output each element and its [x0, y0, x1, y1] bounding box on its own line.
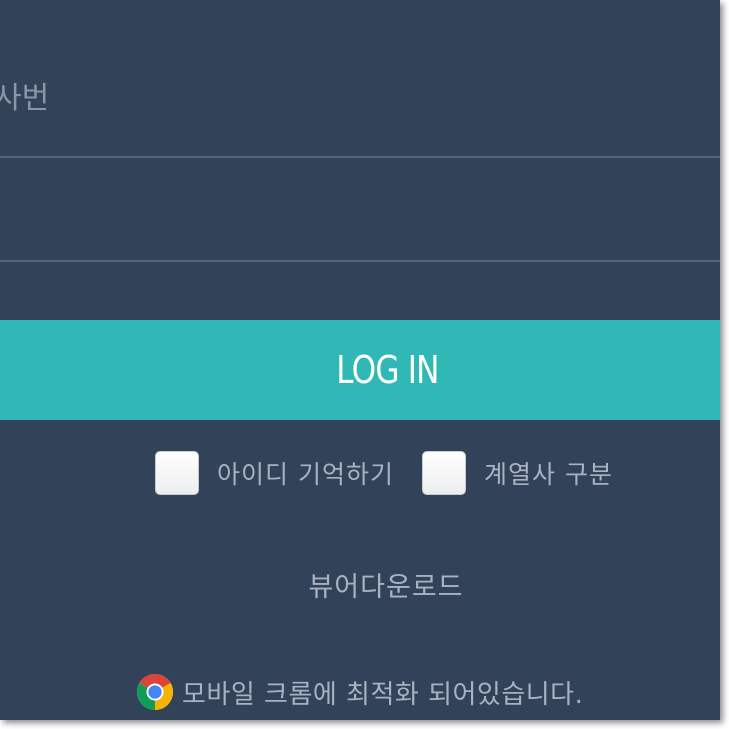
remember-id-checkbox[interactable]: [155, 451, 199, 495]
affiliate-checkbox[interactable]: [422, 451, 466, 495]
employee-id-field[interactable]: [0, 0, 720, 158]
remember-id-label: 아이디 기억하기: [217, 460, 394, 489]
login-button-label: LOG IN: [335, 348, 439, 392]
password-field[interactable]: [0, 158, 720, 262]
login-button[interactable]: LOG IN: [0, 320, 720, 420]
chrome-icon: [136, 673, 174, 711]
viewer-download-link[interactable]: 뷰어다운로드: [0, 565, 720, 604]
affiliate-label: 계열사 구분: [484, 460, 613, 489]
chrome-notice: 모바일 크롬에 최적화 되어있습니다.: [136, 672, 583, 712]
affiliate-option[interactable]: 계열사 구분: [422, 450, 613, 496]
password-input[interactable]: [0, 158, 720, 260]
remember-id-option[interactable]: 아이디 기억하기: [155, 450, 394, 496]
login-panel: LOG IN 아이디 기억하기 계열사 구분 뷰어다운로드 모바일 크롬에 최적…: [0, 0, 720, 720]
chrome-notice-text: 모바일 크롬에 최적화 되어있습니다.: [182, 679, 584, 710]
employee-id-input[interactable]: [0, 0, 720, 156]
